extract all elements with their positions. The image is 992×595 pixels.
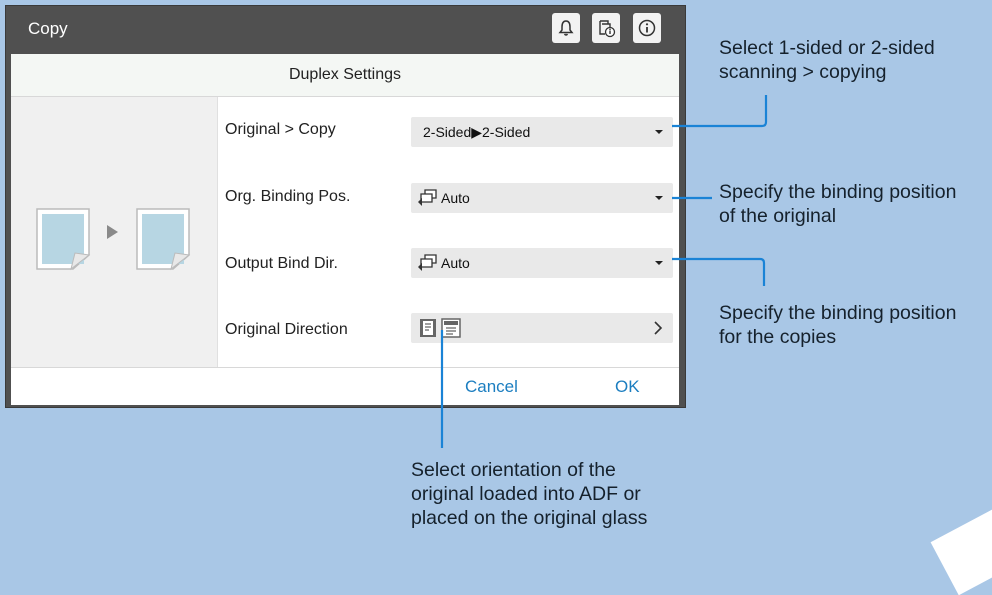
callout-text: Select orientation of the xyxy=(411,459,616,481)
callout-duplex: Select 1-sided or 2-sided scanning > cop… xyxy=(719,36,935,84)
callout-text: of the original xyxy=(719,205,837,227)
callout-text: scanning > copying xyxy=(719,61,887,83)
callout-text: Select 1-sided or 2-sided xyxy=(719,37,935,59)
callout-text: placed on the original glass xyxy=(411,507,648,529)
callout-binding-copies: Specify the binding position for the cop… xyxy=(719,301,956,349)
callout-orientation: Select orientation of the original loade… xyxy=(411,458,647,530)
callout-text: for the copies xyxy=(719,326,837,348)
callout-text: Specify the binding position xyxy=(719,181,957,203)
callout-text: Specify the binding position xyxy=(719,302,957,324)
callout-text: original loaded into ADF or xyxy=(411,483,641,505)
callout-binding-original: Specify the binding position of the orig… xyxy=(719,180,956,228)
